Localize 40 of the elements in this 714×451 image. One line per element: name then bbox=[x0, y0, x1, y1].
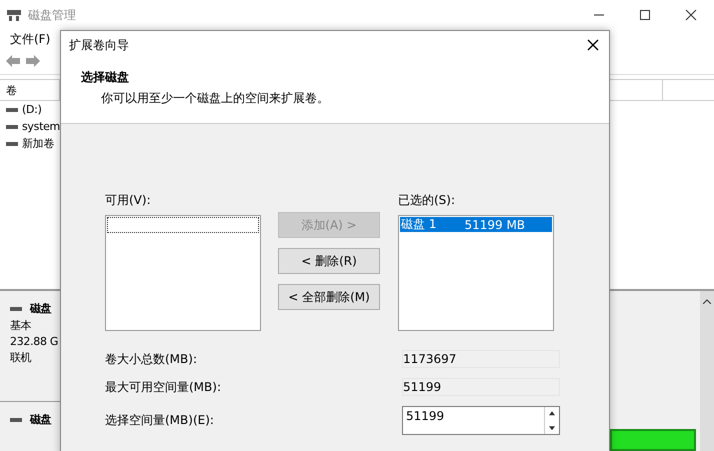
scrollbar[interactable] bbox=[700, 291, 714, 451]
drive-icon bbox=[6, 140, 18, 146]
readonly-field: 51199 bbox=[402, 378, 560, 396]
scroll-up-icon[interactable] bbox=[703, 299, 711, 304]
list-label: 已选的(S): bbox=[398, 192, 456, 209]
wizard-button[interactable]: < 全部删除(M) bbox=[278, 284, 380, 310]
back-icon[interactable] bbox=[5, 54, 21, 68]
disk-name: 磁盘 bbox=[30, 301, 52, 316]
step-description: 你可以用至少一个磁盘上的空间来扩展卷。 bbox=[100, 90, 330, 107]
field-label: 卷大小总数(MB): bbox=[105, 350, 198, 368]
list-item[interactable]: 磁盘 1 51199 MB bbox=[400, 217, 552, 232]
volume-name[interactable]: system bbox=[22, 120, 60, 133]
readonly-field: 1173697 bbox=[402, 350, 560, 368]
drive-icon bbox=[10, 306, 22, 312]
disk-info: 232.88 G bbox=[10, 335, 60, 348]
drive-icon bbox=[10, 416, 22, 422]
field-label: 选择空间量(MB)(E): bbox=[105, 412, 215, 429]
disk-info: 联机 bbox=[10, 350, 32, 365]
drive-icon bbox=[6, 106, 18, 112]
menu-item[interactable]: 文件(F) bbox=[10, 30, 50, 48]
volume-name[interactable]: 新加卷 bbox=[22, 136, 54, 151]
partition-bar[interactable] bbox=[610, 429, 696, 451]
close-icon[interactable] bbox=[587, 39, 599, 51]
step-heading: 选择磁盘 bbox=[81, 69, 130, 86]
dialog-title: 扩展卷向导 bbox=[69, 36, 129, 54]
disk-info: 基本 bbox=[10, 318, 32, 333]
selected-list[interactable]: 磁盘 1 51199 MB bbox=[398, 215, 554, 331]
list-label: 可用(V): bbox=[105, 192, 152, 209]
disk-management-icon bbox=[6, 8, 22, 22]
spin-field[interactable]: 51199 bbox=[402, 406, 560, 435]
available-list[interactable] bbox=[105, 215, 261, 331]
forward-icon[interactable] bbox=[25, 54, 41, 68]
wizard-button[interactable]: < 删除(R) bbox=[278, 248, 380, 274]
disk-name: 磁盘 bbox=[30, 412, 52, 427]
drive-icon bbox=[6, 124, 18, 130]
field-label: 最大可用空间量(MB): bbox=[105, 378, 222, 396]
column-header[interactable]: 卷 bbox=[6, 82, 17, 98]
window-title: 磁盘管理 bbox=[28, 6, 76, 24]
number-field[interactable]: 51199 bbox=[403, 407, 544, 425]
volume-name[interactable]: (D:) bbox=[22, 103, 42, 116]
